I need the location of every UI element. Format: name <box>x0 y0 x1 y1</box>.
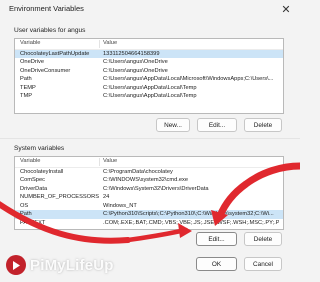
table-row[interactable]: DriverData C:\Windows\System32\Drivers\D… <box>15 185 283 194</box>
row-value: C:\Python310\Scripts\;C:\Python310\;C:\W… <box>103 211 274 218</box>
user-delete-button[interactable]: Delete <box>244 118 282 132</box>
row-variable: OneDriveConsumer <box>20 67 71 74</box>
row-variable: TMP <box>20 93 33 100</box>
table-row[interactable]: OneDrive C:\Users\angus\OneDrive <box>15 58 283 67</box>
table-row[interactable]: TMP C:\Users\angus\AppData\Local\Temp <box>15 92 283 101</box>
window-title: Environment Variables <box>9 4 84 13</box>
annotation-arrow-curve <box>125 227 189 243</box>
cancel-button[interactable]: Cancel <box>244 257 282 271</box>
user-edit-button[interactable]: Edit... <box>197 118 237 132</box>
row-value: 133112504664158399 <box>103 50 160 57</box>
table-row[interactable]: TEMP C:\Users\angus\AppData\Local\Temp <box>15 84 283 93</box>
row-value: C:\Users\angus\AppData\Local\Temp <box>103 93 197 100</box>
system-delete-button[interactable]: Delete <box>244 232 282 246</box>
column-value[interactable]: Value <box>103 39 279 49</box>
table-row[interactable]: ComSpec C:\WINDOWS\system32\cmd.exe <box>15 176 283 185</box>
row-variable: Path <box>20 211 32 218</box>
row-value: C:\ProgramData\chocolatey <box>103 168 173 175</box>
row-variable: OneDrive <box>20 59 45 66</box>
row-value: C:\Users\angus\AppData\Local\Temp <box>103 84 197 91</box>
ok-button[interactable]: OK <box>196 257 237 271</box>
row-variable: OS <box>20 202 29 209</box>
table-row[interactable]: OneDriveConsumer C:\Users\angus\OneDrive <box>15 67 283 76</box>
watermark-text: PiMyLifeUp <box>30 256 114 274</box>
row-variable: Path <box>20 76 32 83</box>
table-row[interactable]: ChocolateyInstall C:\ProgramData\chocola… <box>15 168 283 177</box>
table-row[interactable]: OS Windows_NT <box>15 202 283 211</box>
table-row[interactable]: Path C:\Python310\Scripts\;C:\Python310\… <box>15 210 283 220</box>
row-value: C:\WINDOWS\system32\cmd.exe <box>103 177 189 184</box>
system-variables-label: System variables <box>14 145 65 152</box>
title-bar: Environment Variables ✕ <box>0 0 300 20</box>
system-variables-list[interactable]: Variable Value ChocolateyInstall C:\Prog… <box>14 156 284 230</box>
row-variable: ComSpec <box>20 177 45 184</box>
column-variable[interactable]: Variable <box>20 157 100 167</box>
column-divider <box>99 158 100 166</box>
column-value[interactable]: Value <box>103 157 279 167</box>
user-variables-label: User variables for angus <box>14 27 86 34</box>
table-row[interactable]: Path C:\Users\angus\AppData\Local\Micros… <box>15 75 283 84</box>
row-variable: ChocolateyInstall <box>20 168 64 175</box>
watermark: PiMyLifeUp <box>6 252 114 278</box>
row-variable: TEMP <box>20 84 36 91</box>
row-value: C:\Users\angus\OneDrive <box>103 59 168 66</box>
row-value: C:\Users\angus\AppData\Local\Microsoft\W… <box>103 76 274 83</box>
row-variable: PATHEXT <box>20 220 46 227</box>
table-row[interactable]: ChocolateyLastPathUpdate 133112504664158… <box>15 49 283 59</box>
user-variables-list[interactable]: Variable Value ChocolateyLastPathUpdate … <box>14 38 284 114</box>
table-row[interactable]: PATHEXT .COM;.EXE;.BAT;.CMD;.VBS;.VBE;.J… <box>15 219 283 228</box>
row-variable: NUMBER_OF_PROCESSORS <box>20 194 100 201</box>
chevron-up-icon[interactable]: ▲ <box>274 167 280 173</box>
user-new-button[interactable]: New... <box>156 118 190 132</box>
row-value: 24 <box>103 194 110 201</box>
row-variable: DriverData <box>20 185 48 192</box>
column-variable[interactable]: Variable <box>20 39 100 49</box>
list-header: Variable Value <box>15 39 283 50</box>
row-value: .COM;.EXE;.BAT;.CMD;.VBS;.VBE;.JS;.JSE;.… <box>103 220 279 227</box>
list-header: Variable Value <box>15 157 283 168</box>
system-edit-button[interactable]: Edit... <box>196 232 237 246</box>
close-icon[interactable]: ✕ <box>278 2 294 18</box>
row-value: Windows_NT <box>103 202 137 209</box>
row-value: C:\Windows\System32\Drivers\DriverData <box>103 185 209 192</box>
row-variable: ChocolateyLastPathUpdate <box>20 50 90 57</box>
row-value: C:\Users\angus\OneDrive <box>103 67 168 74</box>
section-divider <box>0 138 300 139</box>
table-row[interactable]: NUMBER_OF_PROCESSORS 24 <box>15 193 283 202</box>
column-divider <box>99 40 100 48</box>
raspberry-logo-icon <box>6 255 26 275</box>
